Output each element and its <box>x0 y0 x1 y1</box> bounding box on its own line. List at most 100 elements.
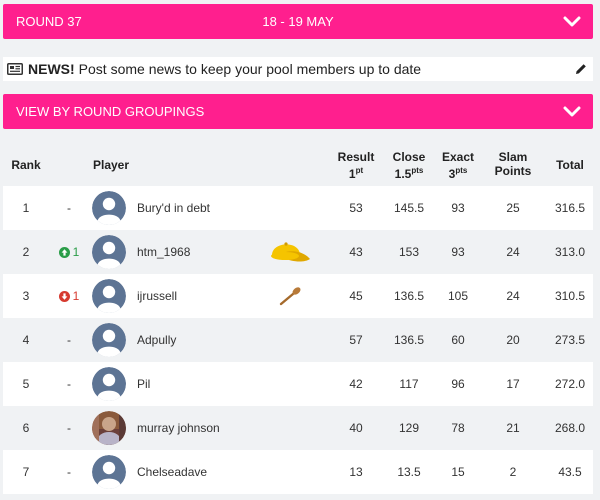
player-name[interactable]: htm_1968 <box>137 230 190 274</box>
header-result-pts-unit: pt <box>355 166 364 175</box>
user-avatar-icon[interactable] <box>92 191 126 225</box>
result-cell: 40 <box>349 421 363 435</box>
wooden-spoon-icon <box>279 287 301 306</box>
rank-cell: 3 <box>22 289 30 303</box>
exact-cell: 78 <box>451 421 465 435</box>
table-row[interactable]: 3 1 ijrussell 45 136.5 105 24 310.5 <box>3 274 593 318</box>
player-name[interactable]: ijrussell <box>137 274 177 318</box>
exact-cell: 105 <box>447 289 469 303</box>
rank-cell: 5 <box>22 377 30 391</box>
news-text: Post some news to keep your pool members… <box>78 61 422 77</box>
slam-cell: 20 <box>506 333 520 347</box>
slam-cell: 24 <box>506 289 520 303</box>
chevron-down-icon[interactable] <box>563 16 581 28</box>
slam-cell: 21 <box>506 421 520 435</box>
slam-cell: 2 <box>509 465 517 479</box>
movement-text: - <box>67 465 71 479</box>
rank-movement: - <box>49 362 89 406</box>
player-name[interactable]: Pil <box>137 362 150 406</box>
arrow-up-icon <box>58 246 70 258</box>
avatar[interactable] <box>92 362 128 406</box>
slam-cell: 25 <box>506 201 520 215</box>
total-cell: 310.5 <box>554 289 586 303</box>
header-slam-points[interactable]: Slam Points <box>491 150 535 178</box>
rank-cell: 6 <box>22 421 30 435</box>
avatar[interactable] <box>92 406 128 450</box>
header-result-label: Result <box>337 150 375 164</box>
avatar[interactable] <box>92 186 128 230</box>
table-row[interactable]: 5 - Pil 42 117 96 17 272.0 <box>3 362 593 406</box>
result-cell: 45 <box>349 289 363 303</box>
close-cell: 153 <box>398 245 420 259</box>
badge-cell <box>265 362 315 406</box>
header-close[interactable]: Close 1.5pts <box>386 150 432 181</box>
table-row[interactable]: 2 1 htm_1968 43 153 93 24 313.0 <box>3 230 593 274</box>
table-row[interactable]: 7 - Chelseadave 13 13.5 15 2 43.5 <box>3 450 593 494</box>
header-close-label: Close <box>392 150 426 164</box>
badge-cell <box>265 230 315 274</box>
badge-cell <box>265 274 315 318</box>
exact-cell: 96 <box>451 377 465 391</box>
user-avatar-icon[interactable] <box>92 455 126 489</box>
result-cell: 43 <box>349 245 363 259</box>
close-cell: 136.5 <box>393 289 425 303</box>
avatar[interactable] <box>92 450 128 494</box>
movement-text: - <box>67 377 71 391</box>
rank-movement: - <box>49 318 89 362</box>
total-cell: 268.0 <box>554 421 586 435</box>
user-avatar-icon[interactable] <box>92 367 126 401</box>
avatar[interactable] <box>92 230 128 274</box>
round-groupings-label: VIEW BY ROUND GROUPINGS <box>16 104 205 119</box>
table-row[interactable]: 6 - murray johnson 40 129 78 21 268.0 <box>3 406 593 450</box>
header-exact[interactable]: Exact 3pts <box>439 150 477 181</box>
user-avatar-icon[interactable] <box>92 235 126 269</box>
pencil-icon[interactable] <box>575 63 587 75</box>
header-slam-line1: Slam <box>498 150 528 164</box>
slam-cell: 17 <box>506 377 520 391</box>
news-bar: NEWS! Post some news to keep your pool m… <box>3 57 593 81</box>
round-groupings-selector[interactable]: VIEW BY ROUND GROUPINGS <box>3 94 593 129</box>
rank-cell: 7 <box>22 465 30 479</box>
user-avatar-icon[interactable] <box>92 323 126 357</box>
news-label: NEWS! <box>28 61 75 77</box>
rank-movement: - <box>49 406 89 450</box>
result-cell: 53 <box>349 201 363 215</box>
newspaper-icon <box>7 63 23 75</box>
slam-cell: 24 <box>506 245 520 259</box>
exact-cell: 15 <box>451 465 465 479</box>
result-cell: 42 <box>349 377 363 391</box>
player-name[interactable]: murray johnson <box>137 406 220 450</box>
rank-cell: 1 <box>22 201 30 215</box>
badge-cell <box>265 406 315 450</box>
rank-cell: 4 <box>22 333 30 347</box>
total-cell: 43.5 <box>558 465 582 479</box>
rank-cell: 2 <box>22 245 30 259</box>
header-rank[interactable]: Rank <box>3 158 49 172</box>
table-row[interactable]: 1 - Bury'd in debt 53 145.5 93 25 316.5 <box>3 186 593 230</box>
header-total[interactable]: Total <box>547 158 593 172</box>
close-cell: 129 <box>398 421 420 435</box>
round-selector[interactable]: ROUND 37 18 - 19 MAY <box>3 4 593 39</box>
close-cell: 136.5 <box>393 333 425 347</box>
close-cell: 145.5 <box>393 201 425 215</box>
header-result[interactable]: Result 1pt <box>333 150 379 181</box>
player-name[interactable]: Chelseadave <box>137 450 207 494</box>
rank-movement: 1 <box>49 274 89 318</box>
chevron-down-icon[interactable] <box>563 106 581 118</box>
table-row[interactable]: 4 - Adpully 57 136.5 60 20 273.5 <box>3 318 593 362</box>
user-avatar-icon[interactable] <box>92 279 126 313</box>
movement-text: - <box>67 201 71 215</box>
avatar[interactable] <box>92 318 128 362</box>
header-player[interactable]: Player <box>93 158 129 172</box>
rank-movement: - <box>49 450 89 494</box>
total-cell: 272.0 <box>554 377 586 391</box>
header-exact-label: Exact <box>441 150 475 164</box>
badge-cell <box>265 318 315 362</box>
total-cell: 273.5 <box>554 333 586 347</box>
user-photo-icon[interactable] <box>92 411 126 445</box>
player-name[interactable]: Adpully <box>137 318 176 362</box>
result-cell: 57 <box>349 333 363 347</box>
badge-cell <box>265 186 315 230</box>
avatar[interactable] <box>92 274 128 318</box>
player-name[interactable]: Bury'd in debt <box>137 186 210 230</box>
